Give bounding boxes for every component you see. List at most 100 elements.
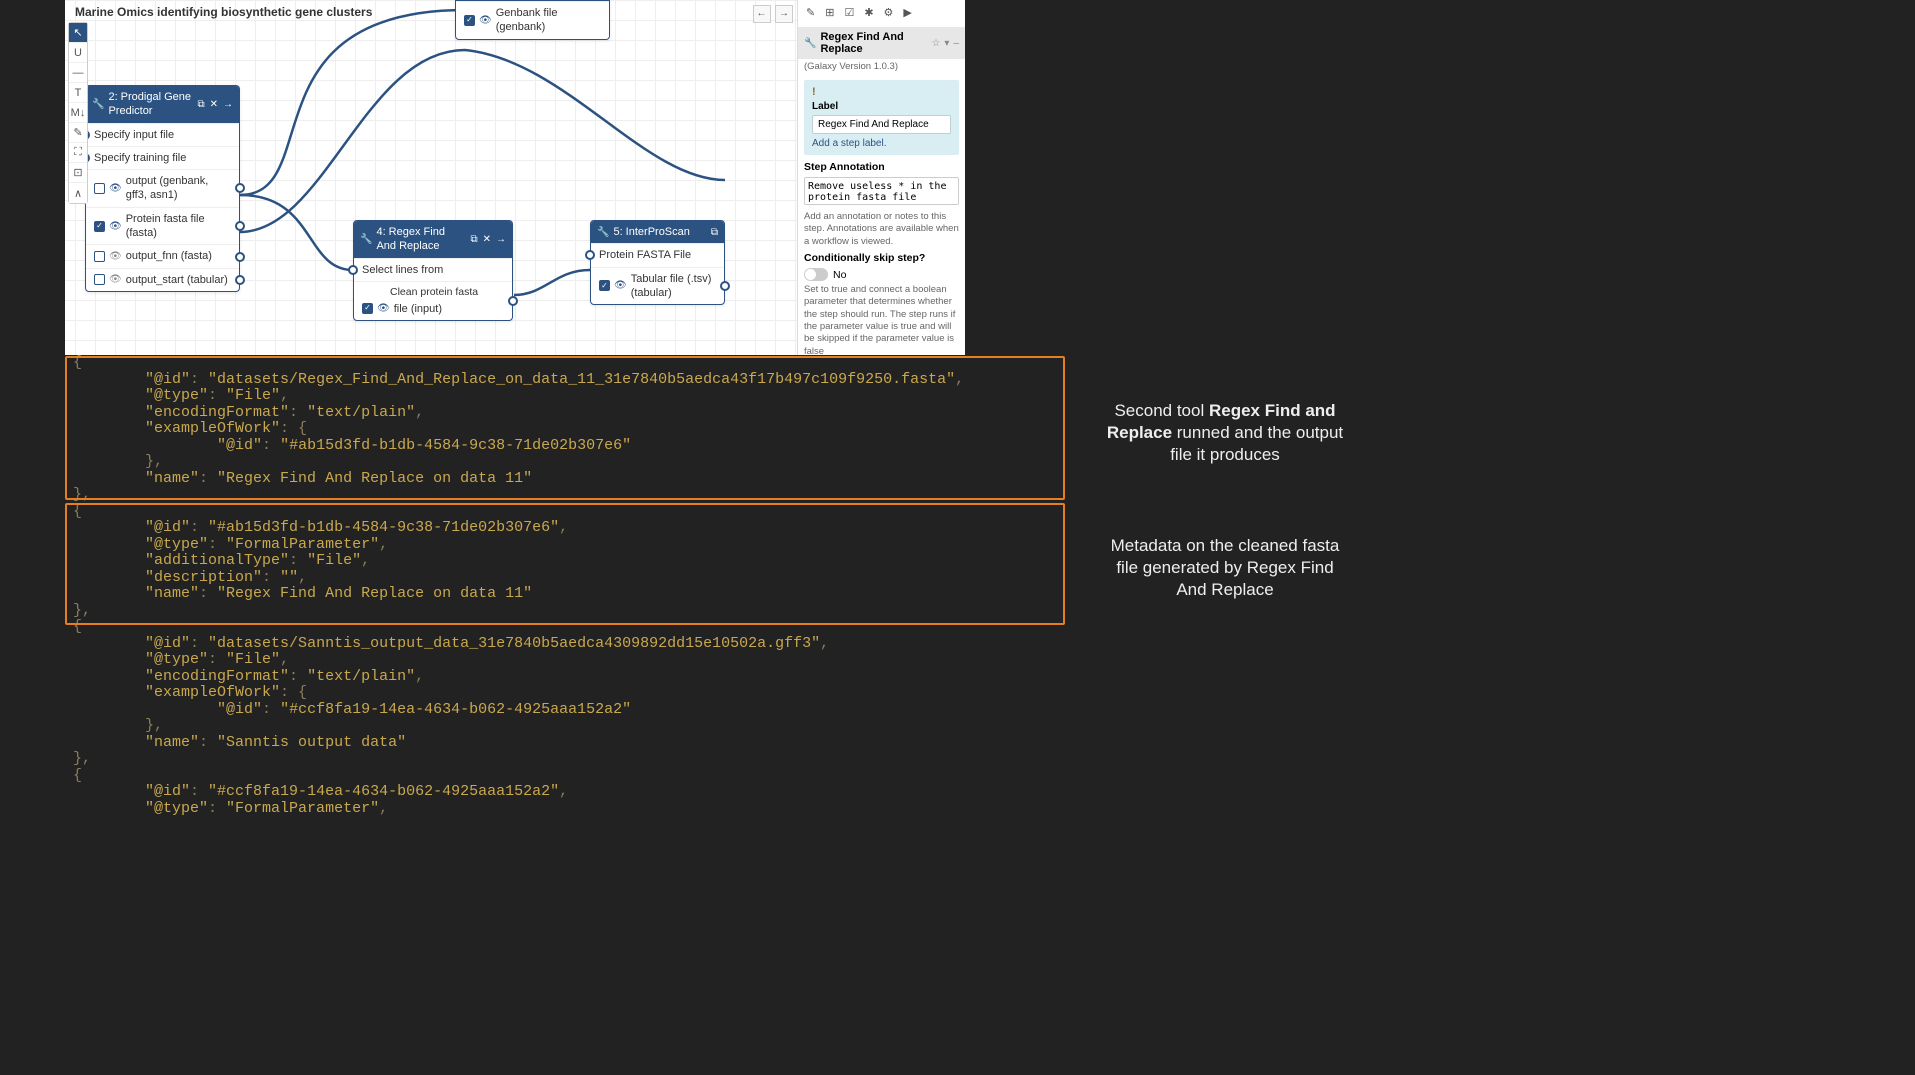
eye-icon[interactable]: 👁 [614, 279, 627, 292]
right-sidebar: ✎ ⊞ ☑ ✱ ⚙ ▶ 🔧 Regex Find And Replace ☆ ▾ – (G… [797, 0, 965, 355]
code-line: }, [65, 487, 1065, 504]
sidebar-tool-0[interactable]: ✎ [806, 6, 815, 19]
close-icon[interactable]: ✕ [483, 233, 491, 246]
star-icon[interactable]: ☆ [931, 38, 940, 49]
code-line: "name": "Sanntis output data" [65, 735, 1065, 752]
node-genbank-input[interactable]: ✓ 👁 Genbank file (genbank) [455, 0, 610, 40]
code-line: }, [65, 454, 1065, 471]
eye-icon[interactable]: 👁 [109, 182, 122, 195]
tool-button-5[interactable]: ✎ [69, 123, 87, 143]
workflow-editor: Marine Omics identifying biosynthetic ge… [65, 0, 965, 355]
node-title: 5: InterProScan [613, 225, 706, 239]
left-toolbar: ↖U—TM↓✎⛶⊡∧ [68, 22, 88, 204]
nav-back-button[interactable]: ← [753, 5, 771, 23]
output-row: Clean protein fasta ✓ 👁 file (input) [354, 281, 512, 320]
tool-button-0[interactable]: ↖ [69, 23, 87, 43]
code-line: "@id": "#ab15d3fd-b1db-4584-9c38-71de02b… [65, 438, 1065, 455]
arrow-icon[interactable]: → [496, 233, 506, 246]
code-line: "exampleOfWork": { [65, 421, 1065, 438]
node-prodigal[interactable]: 🔧 2: Prodigal Gene Predictor ⧉ ✕ → Speci… [85, 85, 240, 292]
tool-button-4[interactable]: M↓ [69, 103, 87, 123]
output-checkbox[interactable]: ✓ [599, 280, 610, 291]
sidebar-tool-5[interactable]: ▶ [903, 6, 911, 19]
code-line: "@id": "datasets/Sanntis_output_data_31e… [65, 636, 1065, 653]
skip-toggle[interactable] [804, 268, 828, 281]
tool-button-6[interactable]: ⛶ [69, 143, 87, 163]
annotation-1: Second tool Regex Find and Replace runne… [1100, 400, 1350, 466]
tool-button-3[interactable]: T [69, 83, 87, 103]
code-line: "@type": "File", [65, 652, 1065, 669]
code-line: "@type": "FormalParameter", [65, 801, 1065, 818]
code-line: }, [65, 718, 1065, 735]
code-line: "@type": "File", [65, 388, 1065, 405]
code-line: }, [65, 751, 1065, 768]
tool-button-1[interactable]: U [69, 43, 87, 63]
eye-icon[interactable]: 👁 [109, 250, 122, 263]
clone-icon[interactable]: ⧉ [470, 233, 477, 246]
clone-icon[interactable]: ⧉ [711, 226, 718, 239]
node-header[interactable]: 🔧 5: InterProScan ⧉ [591, 221, 724, 243]
code-line: { [65, 619, 1065, 636]
output-checkbox[interactable]: ✓ [362, 303, 373, 314]
warning-icon: ! [812, 86, 951, 98]
code-line: "name": "Regex Find And Replace on data … [65, 586, 1065, 603]
skip-value: No [833, 269, 846, 281]
code-line: "encodingFormat": "text/plain", [65, 669, 1065, 686]
code-line: "@id": "#ab15d3fd-b1db-4584-9c38-71de02b… [65, 520, 1065, 537]
wrench-icon: 🔧 [92, 98, 104, 111]
node-header[interactable]: 🔧 4: Regex Find And Replace ⧉ ✕ → [354, 221, 512, 258]
node-header[interactable]: 🔧 2: Prodigal Gene Predictor ⧉ ✕ → [86, 86, 239, 123]
panel-header: 🔧 Regex Find And Replace ☆ ▾ – [798, 27, 965, 59]
node-regex[interactable]: 🔧 4: Regex Find And Replace ⧉ ✕ → Select… [353, 220, 513, 321]
code-line: "exampleOfWork": { [65, 685, 1065, 702]
add-step-label-link[interactable]: Add a step label. [812, 138, 887, 149]
output-checkbox[interactable]: ✓ [464, 15, 475, 26]
json-code-block: { "@id": "datasets/Regex_Find_And_Replac… [65, 355, 1065, 817]
version-label: (Galaxy Version 1.0.3) [804, 61, 959, 72]
output-row: 👁 output (genbank, gff3, asn1) [86, 169, 239, 207]
sidebar-tool-3[interactable]: ✱ [864, 6, 873, 19]
skip-step-label: Conditionally skip step? [804, 252, 959, 264]
output-row: ✓ 👁 Protein fasta file (fasta) [86, 207, 239, 245]
output-checkbox[interactable]: ✓ [94, 221, 105, 232]
tool-button-7[interactable]: ⊡ [69, 163, 87, 183]
nav-forward-button[interactable]: → [775, 5, 793, 23]
output-checkbox[interactable] [94, 251, 105, 262]
output-row: 👁 output_fnn (fasta) [86, 244, 239, 267]
code-line: "@id": "datasets/Regex_Find_And_Replace_… [65, 372, 1065, 389]
sidebar-tool-1[interactable]: ⊞ [825, 6, 834, 19]
node-title: 2: Prodigal Gene Predictor [108, 90, 193, 119]
arrow-icon[interactable]: → [223, 98, 233, 111]
node-interproscan[interactable]: 🔧 5: InterProScan ⧉ Protein FASTA File ✓… [590, 220, 725, 305]
label-input[interactable] [812, 115, 951, 134]
chevron-down-icon[interactable]: ▾ [944, 38, 949, 49]
sidebar-toolbar: ✎ ⊞ ☑ ✱ ⚙ ▶ [804, 4, 959, 21]
wrench-icon: 🔧 [804, 38, 816, 49]
sidebar-tool-2[interactable]: ☑ [844, 6, 854, 19]
clone-icon[interactable]: ⧉ [197, 98, 204, 111]
eye-icon[interactable]: 👁 [479, 14, 492, 27]
tool-button-8[interactable]: ∧ [69, 183, 87, 203]
sidebar-tool-4[interactable]: ⚙ [884, 6, 894, 19]
minimize-icon[interactable]: – [953, 38, 959, 49]
annotation-2: Metadata on the cleaned fasta file gener… [1100, 535, 1350, 601]
eye-icon[interactable]: 👁 [109, 220, 122, 233]
input-row: Specify input file [86, 123, 239, 146]
code-line: }, [65, 603, 1065, 620]
output-checkbox[interactable] [94, 183, 105, 194]
code-line: "@id": "#ccf8fa19-14ea-4634-b062-4925aaa… [65, 784, 1065, 801]
label-section: ! Label Add a step label. [804, 80, 959, 155]
tool-button-2[interactable]: — [69, 63, 87, 83]
code-line: "@type": "FormalParameter", [65, 537, 1065, 554]
close-icon[interactable]: ✕ [210, 98, 218, 111]
output-checkbox[interactable] [94, 274, 105, 285]
step-annotation-label: Step Annotation [804, 161, 959, 173]
eye-icon[interactable]: 👁 [109, 273, 122, 286]
output-row: ✓ 👁 Tabular file (.tsv) (tabular) [591, 267, 724, 305]
input-row: Select lines from [354, 258, 512, 281]
nav-arrows: ← → [753, 3, 793, 23]
output-row: 👁 output_start (tabular) [86, 268, 239, 291]
code-line: { [65, 768, 1065, 785]
eye-icon[interactable]: 👁 [377, 302, 390, 315]
step-annotation-input[interactable] [804, 177, 959, 205]
